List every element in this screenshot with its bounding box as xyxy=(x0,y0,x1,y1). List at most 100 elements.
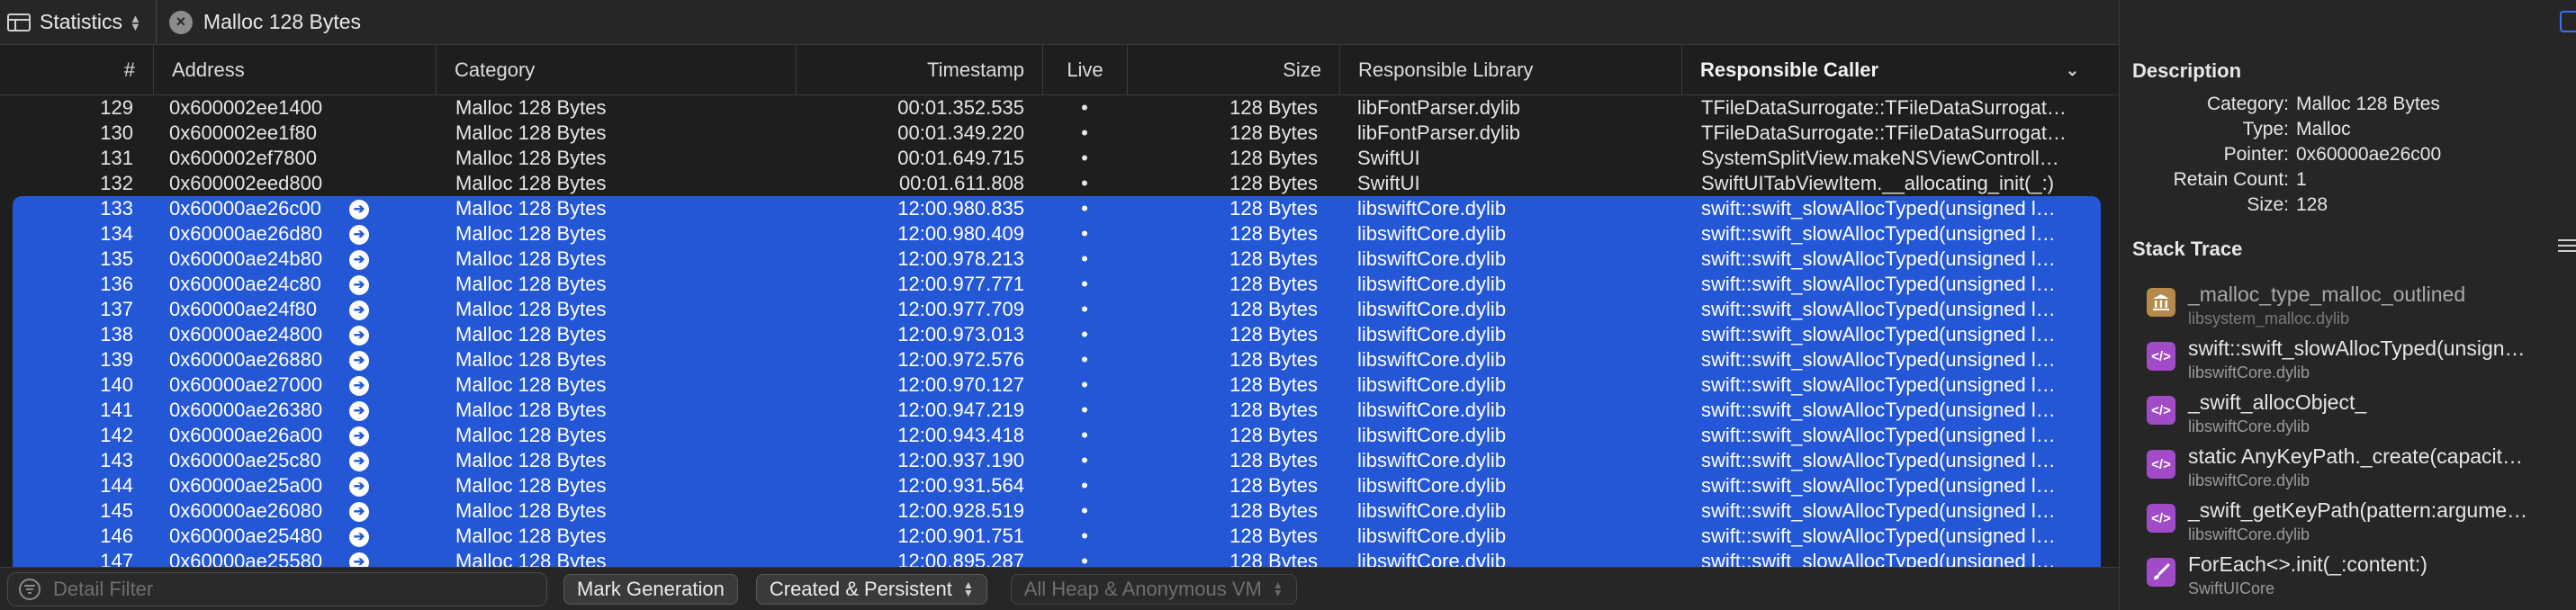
go-to-detail-arrow-icon[interactable]: ➔ xyxy=(349,225,369,245)
cell-timestamp: 12:00.980.835 xyxy=(897,197,1024,220)
category-breadcrumb[interactable]: × Malloc 128 Bytes xyxy=(157,10,361,34)
cell-responsible-library: libswiftCore.dylib xyxy=(1357,323,1507,345)
stack-frame[interactable]: </> static AnyKeyPath._create(capacit… lib… xyxy=(2147,444,2576,498)
cell-responsible-caller: TFileDataSurrogate::TFileDataSurrogat… xyxy=(1701,121,2067,144)
table-row[interactable]: 133 0x60000ae26c00 Malloc 128 Bytes 12:00.9… xyxy=(13,196,2101,221)
cell-address: 0x60000ae26880 xyxy=(169,348,323,371)
cell-responsible-library: libswiftCore.dylib xyxy=(1357,399,1507,421)
detail-view-selector[interactable]: Statistics ▲ ▼ xyxy=(0,0,157,45)
detail-filter-field[interactable] xyxy=(7,571,547,606)
description-row: Category: Malloc 128 Bytes xyxy=(2120,94,2576,119)
go-to-detail-arrow-icon[interactable]: ➔ xyxy=(349,351,369,371)
description-value: Malloc 128 Bytes xyxy=(2296,94,2440,114)
column-header-responsible-library[interactable]: Responsible Library xyxy=(1339,45,1681,95)
column-header-timestamp[interactable]: Timestamp xyxy=(796,45,1042,95)
cell-responsible-library: SwiftUI xyxy=(1357,147,1420,169)
cell-live: • xyxy=(1081,373,1088,396)
table-row[interactable]: 144 0x60000ae25a00 Malloc 128 Bytes 12:00.9… xyxy=(13,473,2101,498)
stack-trace-options-icon[interactable] xyxy=(2558,236,2576,256)
mark-generation-button[interactable]: Mark Generation xyxy=(563,573,738,605)
cell-responsible-library: libswiftCore.dylib xyxy=(1357,298,1507,320)
table-row[interactable]: 137 0x60000ae24f80 Malloc 128 Bytes 12:00.9… xyxy=(13,297,2101,322)
table-row[interactable]: 143 0x60000ae25c80 Malloc 128 Bytes 12:00.9… xyxy=(13,448,2101,473)
table-row[interactable]: 129 0x600002ee1400 Malloc 128 Bytes 00:01.3… xyxy=(0,95,2119,121)
table-row[interactable]: 134 0x60000ae26d80 Malloc 128 Bytes 12:00.9… xyxy=(13,221,2101,247)
stack-frame[interactable]: _malloc_type_malloc_outlined libsystem_ma… xyxy=(2147,283,2576,336)
stack-frame[interactable]: </> _swift_allocObject_ libswiftCore.dylib xyxy=(2147,390,2576,444)
stack-frame-library: libswiftCore.dylib xyxy=(2188,525,2310,543)
table-row[interactable]: 131 0x600002ef7800 Malloc 128 Bytes 00:01.6… xyxy=(0,146,2119,171)
cell-number: 147 xyxy=(100,550,133,567)
go-to-detail-arrow-icon[interactable]: ➔ xyxy=(349,275,369,295)
stack-frame[interactable]: </> swift::swift_slowAllocTyped(unsign… li… xyxy=(2147,336,2576,390)
table-row[interactable]: 136 0x60000ae24c80 Malloc 128 Bytes 12:00.9… xyxy=(13,272,2101,297)
inspector-toggle-icon[interactable] xyxy=(2560,11,2576,32)
go-to-detail-arrow-icon[interactable]: ➔ xyxy=(349,452,369,471)
close-icon[interactable]: × xyxy=(168,10,193,34)
go-to-detail-arrow-icon[interactable]: ➔ xyxy=(349,200,369,220)
cell-category: Malloc 128 Bytes xyxy=(455,373,607,396)
cell-category: Malloc 128 Bytes xyxy=(455,172,607,194)
go-to-detail-arrow-icon[interactable]: ➔ xyxy=(349,426,369,446)
cell-size: 128 Bytes xyxy=(1229,147,1318,169)
cell-size: 128 Bytes xyxy=(1229,273,1318,295)
cell-size: 128 Bytes xyxy=(1229,222,1318,245)
go-to-detail-arrow-icon[interactable]: ➔ xyxy=(349,326,369,345)
go-to-detail-arrow-icon[interactable]: ➔ xyxy=(349,301,369,320)
cell-responsible-library: libswiftCore.dylib xyxy=(1357,499,1507,522)
stack-frame-symbol: _swift_getKeyPath(pattern:argume… xyxy=(2188,498,2528,522)
table-row[interactable]: 139 0x60000ae26880 Malloc 128 Bytes 12:00.9… xyxy=(13,347,2101,372)
table-row[interactable]: 140 0x60000ae27000 Malloc 128 Bytes 12:00.9… xyxy=(13,372,2101,398)
cell-responsible-library: libswiftCore.dylib xyxy=(1357,273,1507,295)
cell-live: • xyxy=(1081,525,1088,547)
go-to-detail-arrow-icon[interactable]: ➔ xyxy=(349,376,369,396)
go-to-detail-arrow-icon[interactable]: ➔ xyxy=(349,527,369,547)
stack-frame[interactable]: </> _swift_getKeyPath(pattern:argume… libs… xyxy=(2147,498,2576,552)
description-row: Type: Malloc xyxy=(2120,119,2576,144)
brush-icon xyxy=(2147,558,2175,587)
table-row[interactable]: 145 0x60000ae26080 Malloc 128 Bytes 12:00.9… xyxy=(13,498,2101,524)
chevron-down-icon: ⌄ xyxy=(2065,61,2079,79)
cell-address: 0x600002eed800 xyxy=(169,172,323,194)
cell-category: Malloc 128 Bytes xyxy=(455,550,607,567)
cell-size: 128 Bytes xyxy=(1229,298,1318,320)
breadcrumb-label: Malloc 128 Bytes xyxy=(203,10,362,33)
detail-filter-input[interactable] xyxy=(53,577,521,601)
cell-size: 128 Bytes xyxy=(1229,247,1318,270)
cell-timestamp: 12:00.972.576 xyxy=(897,348,1024,371)
stack-frame[interactable]: ForEach<>.init(_:content:) SwiftUICore xyxy=(2147,552,2576,606)
cell-live: • xyxy=(1081,222,1088,245)
inspector-panel: Description Category: Malloc 128 Bytes Typ… xyxy=(2119,0,2576,610)
allocation-lifespan-popup[interactable]: Created & Persistent ▲ ▼ xyxy=(755,573,987,605)
cell-number: 136 xyxy=(100,273,133,295)
column-header-category[interactable]: Category xyxy=(436,45,796,95)
go-to-detail-arrow-icon[interactable]: ➔ xyxy=(349,502,369,522)
cell-size: 128 Bytes xyxy=(1229,197,1318,220)
go-to-detail-arrow-icon[interactable]: ➔ xyxy=(349,401,369,421)
table-row[interactable]: 146 0x60000ae25480 Malloc 128 Bytes 12:00.9… xyxy=(13,524,2101,549)
cell-responsible-caller: swift::swift_slowAllocTyped(unsigned l… xyxy=(1701,197,2056,220)
column-header-address[interactable]: Address xyxy=(153,45,436,95)
column-header-number[interactable]: # xyxy=(0,45,153,95)
cell-responsible-library: libswiftCore.dylib xyxy=(1357,197,1507,220)
cell-timestamp: 00:01.349.220 xyxy=(897,121,1024,144)
table-row[interactable]: 138 0x60000ae24800 Malloc 128 Bytes 12:00.9… xyxy=(13,322,2101,347)
table-row[interactable]: 135 0x60000ae24b80 Malloc 128 Bytes 12:00.9… xyxy=(13,247,2101,272)
column-header-live[interactable]: Live xyxy=(1042,45,1127,95)
cell-timestamp: 12:00.970.127 xyxy=(897,373,1024,396)
table-row[interactable]: 142 0x60000ae26a00 Malloc 128 Bytes 12:00.9… xyxy=(13,423,2101,448)
cell-category: Malloc 128 Bytes xyxy=(455,197,607,220)
allocation-type-popup[interactable]: All Heap & Anonymous VM ▲ ▼ xyxy=(1010,573,1297,605)
go-to-detail-arrow-icon[interactable]: ➔ xyxy=(349,477,369,497)
column-header-responsible-caller[interactable]: Responsible Caller ⌄ xyxy=(1681,45,2101,95)
cell-responsible-caller: swift::swift_slowAllocTyped(unsigned l… xyxy=(1701,323,2056,345)
stack-trace-title: Stack Trace xyxy=(2132,238,2243,260)
table-row[interactable]: 141 0x60000ae26380 Malloc 128 Bytes 12:00.9… xyxy=(13,398,2101,423)
table-row[interactable]: 147 0x60000ae25580 Malloc 128 Bytes 12:00.8… xyxy=(13,549,2101,567)
table-row[interactable]: 132 0x600002eed800 Malloc 128 Bytes 00:01.6… xyxy=(0,171,2119,196)
table-row[interactable]: 130 0x600002ee1f80 Malloc 128 Bytes 00:01.3… xyxy=(0,121,2119,146)
go-to-detail-arrow-icon[interactable]: ➔ xyxy=(349,250,369,270)
cell-category: Malloc 128 Bytes xyxy=(455,222,607,245)
column-header-size[interactable]: Size xyxy=(1127,45,1339,95)
go-to-detail-arrow-icon[interactable]: ➔ xyxy=(349,552,369,567)
